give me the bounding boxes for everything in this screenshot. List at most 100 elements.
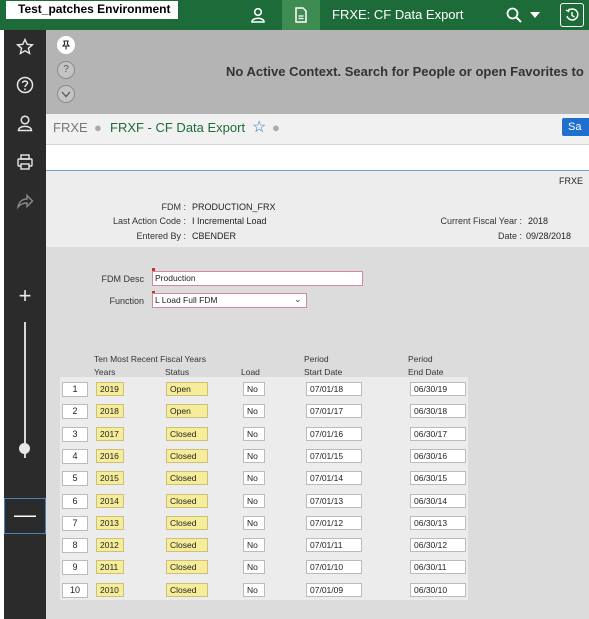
load-cell[interactable]: No: [243, 515, 265, 530]
chevron-down-icon[interactable]: [57, 85, 75, 103]
row-number[interactable]: 10: [62, 582, 88, 598]
save-button[interactable]: Sa: [562, 118, 589, 136]
start-date-cell[interactable]: 07/01/09: [306, 582, 362, 597]
start-date-cell[interactable]: 07/01/15: [306, 448, 362, 463]
row-number[interactable]: 4: [62, 448, 88, 464]
fiscal-year-label: Current Fiscal Year :: [440, 216, 522, 226]
breadcrumb-current: FRXF - CF Data Export: [110, 120, 246, 135]
load-cell[interactable]: No: [243, 560, 265, 575]
year-cell[interactable]: 2015: [96, 471, 124, 486]
year-cell[interactable]: 2013: [96, 515, 124, 530]
zoom-slider[interactable]: [24, 322, 26, 458]
start-date-cell[interactable]: 07/01/17: [306, 404, 362, 419]
print-icon[interactable]: [4, 153, 46, 176]
row-number[interactable]: 9: [62, 560, 88, 576]
table-row: 7 2013 Closed No 07/01/12 06/30/13: [60, 515, 468, 538]
fdm-desc-input[interactable]: Production: [152, 271, 363, 286]
context-message: No Active Context. Search for People or …: [226, 64, 584, 79]
end-date-cell[interactable]: 06/30/17: [410, 426, 466, 441]
chevron-down-icon[interactable]: [527, 0, 543, 30]
chevron-down-icon[interactable]: ⌄: [294, 294, 302, 305]
status-cell[interactable]: Open: [166, 382, 208, 396]
end-date-cell[interactable]: 06/30/19: [410, 382, 466, 396]
breadcrumb-root[interactable]: FRXE: [53, 120, 88, 135]
start-date-cell[interactable]: 07/01/14: [306, 471, 362, 486]
load-cell[interactable]: No: [243, 582, 265, 597]
start-date-cell[interactable]: 07/01/12: [306, 515, 362, 530]
status-cell[interactable]: Closed: [166, 560, 208, 575]
start-date-cell[interactable]: 07/01/11: [306, 538, 362, 553]
status-cell[interactable]: Open: [166, 404, 208, 419]
breadcrumb-separator: ●: [272, 120, 280, 135]
start-date-cell[interactable]: 07/01/10: [306, 560, 362, 575]
function-label: Function: [109, 296, 144, 306]
function-select[interactable]: L Load Full FDM: [152, 293, 307, 308]
help-icon[interactable]: [4, 76, 46, 99]
year-cell[interactable]: 2011: [96, 560, 124, 575]
favorite-star-icon[interactable]: ☆: [252, 117, 266, 137]
row-number[interactable]: 6: [62, 493, 88, 509]
column-header-end-date: End Date: [408, 367, 444, 377]
row-number[interactable]: 2: [62, 404, 88, 420]
status-cell[interactable]: Closed: [166, 538, 208, 553]
load-cell[interactable]: No: [243, 493, 265, 508]
start-date-cell[interactable]: 07/01/16: [306, 426, 362, 441]
year-cell[interactable]: 2018: [96, 404, 124, 419]
end-date-cell[interactable]: 06/30/18: [410, 404, 466, 419]
end-date-cell[interactable]: 06/30/15: [410, 471, 466, 486]
end-date-cell[interactable]: 06/30/16: [410, 448, 466, 463]
history-icon[interactable]: [560, 3, 584, 27]
status-cell[interactable]: Closed: [166, 582, 208, 597]
date-value: 09/28/2018: [526, 231, 572, 241]
column-header-start-date: Start Date: [304, 367, 343, 377]
end-date-cell[interactable]: 06/30/13: [410, 515, 466, 530]
load-cell[interactable]: No: [243, 404, 265, 419]
entered-by-value: CBENDER: [192, 231, 237, 241]
user-icon[interactable]: [4, 114, 46, 137]
year-cell[interactable]: 2017: [96, 426, 124, 441]
row-number[interactable]: 8: [62, 538, 88, 554]
status-cell[interactable]: Closed: [166, 448, 208, 463]
window-title: FRXE: CF Data Export: [332, 7, 464, 22]
pin-icon[interactable]: [57, 36, 75, 54]
search-icon[interactable]: [503, 0, 525, 30]
document-icon[interactable]: [282, 0, 320, 30]
row-number[interactable]: 5: [62, 471, 88, 487]
period-header: Period: [304, 354, 329, 364]
fdm-value: PRODUCTION_FRX: [192, 202, 276, 212]
user-icon[interactable]: [244, 0, 272, 30]
end-date-cell[interactable]: 06/30/12: [410, 538, 466, 553]
load-cell[interactable]: No: [243, 382, 265, 396]
year-cell[interactable]: 2012: [96, 538, 124, 553]
load-cell[interactable]: No: [243, 471, 265, 486]
year-cell[interactable]: 2016: [96, 448, 124, 463]
table-row: 5 2015 Closed No 07/01/14 06/30/15: [60, 471, 468, 493]
row-number[interactable]: 7: [62, 515, 88, 531]
year-cell[interactable]: 2014: [96, 493, 124, 508]
year-cell[interactable]: 2010: [96, 582, 124, 597]
fdm-desc-label: FDM Desc: [101, 274, 145, 284]
start-date-cell[interactable]: 07/01/18: [306, 382, 362, 396]
plus-icon[interactable]: +: [4, 285, 46, 307]
status-cell[interactable]: Closed: [166, 471, 208, 486]
row-number[interactable]: 1: [62, 382, 88, 397]
end-date-cell[interactable]: 06/30/11: [410, 560, 466, 575]
load-cell[interactable]: No: [243, 448, 265, 463]
row-number[interactable]: 3: [62, 426, 88, 442]
status-cell[interactable]: Closed: [166, 493, 208, 508]
load-cell[interactable]: No: [243, 426, 265, 441]
table-row: 6 2014 Closed No 07/01/13 06/30/14: [60, 493, 468, 516]
status-cell[interactable]: Closed: [166, 426, 208, 441]
table-row: 2 2018 Open No 07/01/17 06/30/18: [60, 404, 468, 426]
load-cell[interactable]: No: [243, 538, 265, 553]
zoom-slider-handle[interactable]: [19, 443, 30, 454]
help-icon[interactable]: ?: [57, 61, 75, 79]
star-icon[interactable]: [4, 37, 46, 61]
end-date-cell[interactable]: 06/30/10: [410, 582, 466, 597]
fiscal-year-value: 2018: [528, 216, 549, 226]
start-date-cell[interactable]: 07/01/13: [306, 493, 362, 508]
year-cell[interactable]: 2019: [96, 382, 124, 396]
end-date-cell[interactable]: 06/30/14: [410, 493, 466, 508]
status-cell[interactable]: Closed: [166, 515, 208, 530]
minus-icon[interactable]: —: [4, 498, 46, 534]
